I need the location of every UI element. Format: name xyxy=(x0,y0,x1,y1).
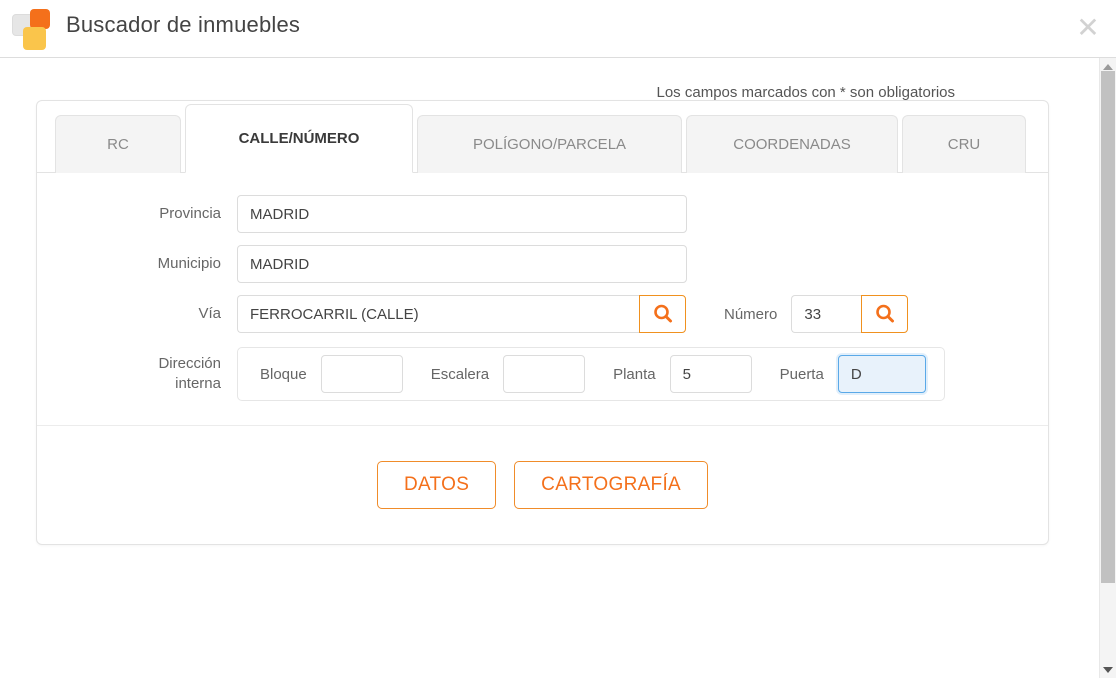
escalera-input[interactable] xyxy=(503,355,586,393)
puerta-input[interactable] xyxy=(837,355,926,393)
search-mode-tabs: RC CALLE/NÚMERO POLÍGONO/PARCELA COORDEN… xyxy=(37,101,1048,173)
logo-square-yellow xyxy=(23,27,46,50)
direccion-interna-group: Bloque Escalera Planta Puerta xyxy=(237,347,945,401)
numero-search-button[interactable] xyxy=(861,295,909,333)
row-municipio: Municipio xyxy=(37,245,1048,283)
municipio-label: Municipio xyxy=(157,255,221,272)
direccion-interna-label: Dirección interna xyxy=(37,354,237,394)
logo-square-orange xyxy=(30,9,50,29)
bloque-label: Bloque xyxy=(260,365,307,383)
tab-cru[interactable]: CRU xyxy=(902,115,1026,173)
cartografia-button[interactable]: CARTOGRAFÍA xyxy=(514,461,709,509)
bloque-input[interactable] xyxy=(320,355,403,393)
scroll-down-arrow-icon[interactable] xyxy=(1100,661,1116,678)
tab-rc[interactable]: RC xyxy=(55,115,181,173)
provincia-label: Provincia xyxy=(159,205,221,222)
search-icon xyxy=(652,303,674,325)
row-via-numero: Vía Número xyxy=(37,295,1048,333)
search-icon xyxy=(874,303,896,325)
close-icon[interactable]: ✕ xyxy=(1070,10,1106,46)
datos-button[interactable]: DATOS xyxy=(376,461,497,509)
window-titlebar: Buscador de inmuebles ✕ xyxy=(0,0,1116,58)
tab-poligono-parcela[interactable]: POLÍGONO/PARCELA xyxy=(417,115,682,173)
provincia-input[interactable] xyxy=(237,195,687,233)
planta-input[interactable] xyxy=(669,355,752,393)
municipio-input[interactable] xyxy=(237,245,687,283)
escalera-label: Escalera xyxy=(430,365,490,383)
address-search-form: Provincia Municipio Vía xyxy=(37,173,1048,426)
row-direccion-interna: Dirección interna Bloque Escalera Planta… xyxy=(37,347,1048,401)
row-provincia: Provincia xyxy=(37,195,1048,233)
puerta-label: Puerta xyxy=(779,365,824,383)
tab-calle-numero[interactable]: CALLE/NÚMERO xyxy=(185,104,413,173)
catastro-logo xyxy=(10,8,54,52)
tab-rc-label: RC xyxy=(107,136,129,153)
dialog-content: Los campos marcados con * son obligatori… xyxy=(0,58,1116,678)
tab-poligono-parcela-label: POLÍGONO/PARCELA xyxy=(472,136,627,153)
tab-coordenadas-label: COORDENADAS xyxy=(733,136,851,153)
numero-label: Número xyxy=(724,305,778,323)
vertical-scrollbar[interactable] xyxy=(1099,58,1116,678)
search-card: RC CALLE/NÚMERO POLÍGONO/PARCELA COORDEN… xyxy=(36,100,1049,545)
via-label: Vía xyxy=(198,305,221,322)
direccion-interna-label-line2: interna xyxy=(175,375,221,392)
direccion-interna-label-line1: Dirección xyxy=(158,355,221,372)
numero-input[interactable] xyxy=(791,295,862,333)
planta-label: Planta xyxy=(613,365,656,383)
scrollbar-thumb[interactable] xyxy=(1101,71,1115,583)
tab-cru-label: CRU xyxy=(947,136,981,153)
via-search-button[interactable] xyxy=(639,295,686,333)
via-input[interactable] xyxy=(237,295,639,333)
action-buttons: DATOS CARTOGRAFÍA xyxy=(37,426,1048,544)
page-title: Buscador de inmuebles xyxy=(66,12,301,37)
required-fields-note: Los campos marcados con * son obligatori… xyxy=(656,84,956,101)
tab-calle-numero-label: CALLE/NÚMERO xyxy=(238,130,360,147)
tab-coordenadas[interactable]: COORDENADAS xyxy=(686,115,898,173)
